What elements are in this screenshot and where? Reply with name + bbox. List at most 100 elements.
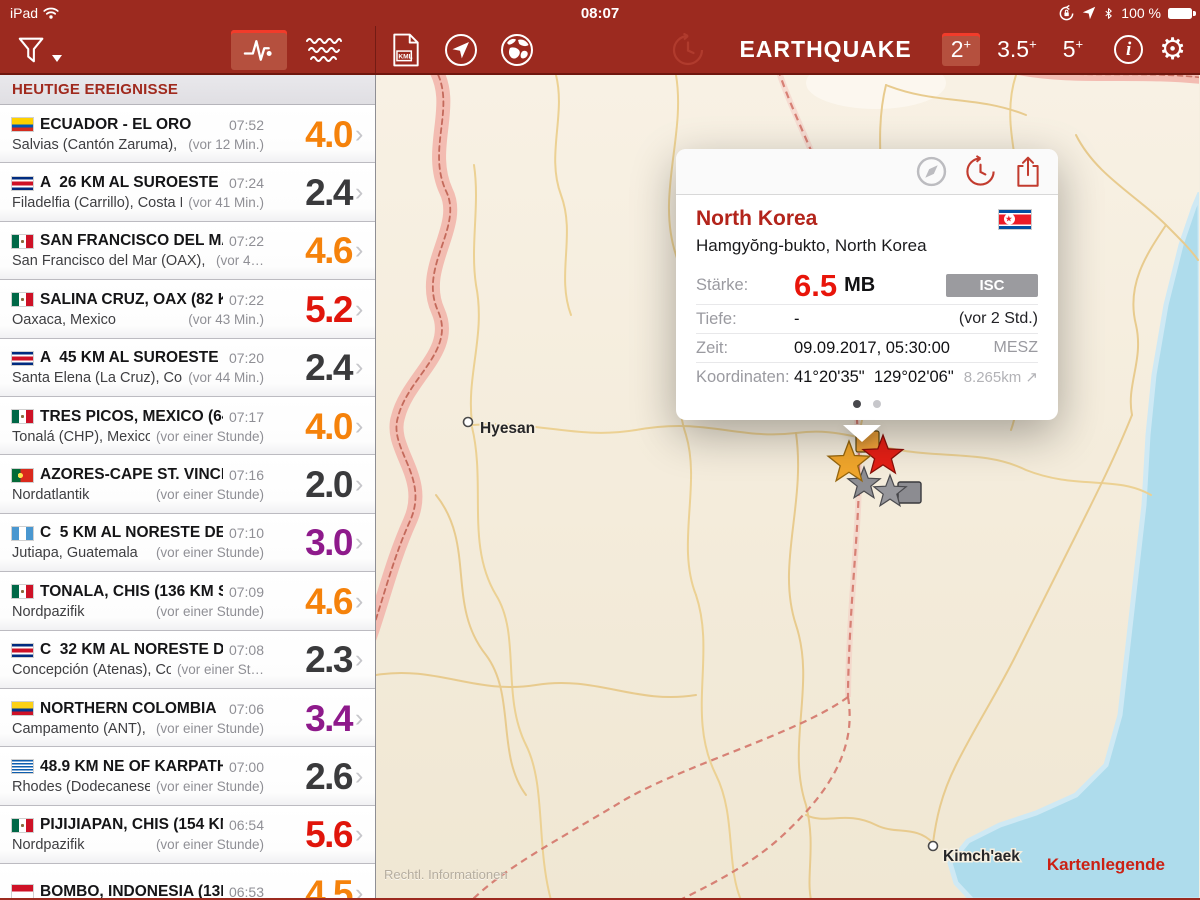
event-time: 07:06 [229,701,264,717]
country-flag-icon [12,644,33,657]
page-dot-active [853,400,861,408]
popup-share-button[interactable] [1014,155,1042,188]
event-relative-time: (vor einer Stunde) [156,779,264,794]
chevron-right-icon [352,122,367,147]
country-flag-icon [12,702,33,715]
source-badge[interactable]: ISC [946,274,1038,297]
event-time: 07:22 [229,233,264,249]
popup-compass-button[interactable] [916,156,947,187]
event-title: SALINA CRUZ, OAX (82 KM SE) [40,291,223,309]
event-title: TONALA, CHIS (136 KM SW) [40,583,223,601]
earthquake-list-item[interactable]: A 26 KM AL SUROESTE DE… 07:24 Filadelfia… [0,163,375,221]
country-flag-icon [12,293,33,306]
earthquake-list-item[interactable]: NORTHERN COLOMBIA 07:06 Campamento (ANT)… [0,689,375,747]
list-section-header: HEUTIGE EREIGNISSE [0,75,375,105]
earthquake-list-item[interactable]: 48.9 KM NE OF KARPATHOS 07:00 Rhodes (Do… [0,747,375,805]
country-flag-icon [12,118,33,131]
world-map-button[interactable] [500,33,534,67]
earthquake-list-item[interactable]: SALINA CRUZ, OAX (82 KM SE) 07:22 Oaxaca… [0,280,375,338]
rotation-lock-icon [1058,5,1075,22]
magnitude-filter-5plus[interactable]: 5+ [1054,33,1092,66]
event-location: Salvias (Cantón Zaruma), Ecuador [12,137,182,153]
earthquake-list-item[interactable]: PIJIJIAPAN, CHIS (154 KM SW) 06:54 Nordp… [0,806,375,864]
settings-button[interactable]: ⚙ [1159,35,1186,65]
kml-export-button[interactable]: KML [392,33,420,67]
popup-history-button[interactable] [964,155,997,188]
country-flag-icon [12,469,33,482]
filter-button[interactable] [16,34,62,66]
north-korea-flag-icon [999,210,1031,229]
event-time: 07:20 [229,350,264,366]
gear-icon: ⚙ [1159,35,1186,65]
history-button-disabled[interactable] [671,33,705,67]
event-time: 06:53 [229,884,264,898]
info-button[interactable]: i [1114,35,1143,64]
popup-depth-row: Tiefe: - (vor 2 Std.) [696,304,1038,333]
earthquake-list-item[interactable]: AZORES-CAPE ST. VINCENT… 07:16 Nordatlan… [0,455,375,513]
chevron-right-icon [352,647,367,672]
event-magnitude: 5.6 [264,816,352,853]
city-dot-kimchaek [929,842,938,851]
popup-tail [843,425,881,442]
popup-body: North Korea Hamgyŏng-bukto, North Korea … [676,195,1058,420]
country-flag-icon [12,585,33,598]
event-magnitude: 3.4 [264,700,352,737]
earthquake-list-item[interactable]: C 5 KM AL NORESTE DE JU… 07:10 Jutiapa, … [0,514,375,572]
city-label-hyesan: Hyesan [480,420,535,437]
event-magnitude: 2.4 [264,349,352,386]
event-time: 07:22 [229,292,264,308]
chevron-right-icon [352,180,367,205]
event-title: ECUADOR - EL ORO [40,116,223,134]
popup-page-dots[interactable] [696,391,1038,412]
chevron-right-icon [352,414,367,439]
earthquake-list-item[interactable]: TONALA, CHIS (136 KM SW) 07:09 Nordpazif… [0,572,375,630]
event-location: Nordatlantik [12,487,150,503]
time-value: 09.09.2017, 05:30:00 [794,339,950,358]
time-label: Zeit: [696,339,794,358]
app-title: EARTHQUAKE [739,36,911,63]
earthquake-list-item[interactable]: TRES PICOS, MEXICO (64KM… 07:17 Tonalá (… [0,397,375,455]
event-magnitude: 3.0 [264,524,352,561]
event-magnitude: 2.0 [264,466,352,503]
map-legend-link[interactable]: Kartenlegende [1047,855,1165,875]
earthquake-list-item[interactable]: BOMBO, INDONESIA (13KM E) 06:53 4.5 [0,864,375,898]
chevron-right-icon [352,822,367,847]
earthquake-list-item[interactable]: ECUADOR - EL ORO 07:52 Salvias (Cantón Z… [0,105,375,163]
map-pane[interactable]: Hyesan Kimch'aek Rechtl. Informationen K… [376,75,1200,898]
chevron-right-icon [352,764,367,789]
magnitude-value: 6.5 [794,270,837,301]
country-flag-icon [12,527,33,540]
event-relative-time: (vor einer Stunde) [156,545,264,560]
event-relative-time: (vor einer Stunde) [156,429,264,444]
magnitude-filter-3.5plus[interactable]: 3.5+ [988,33,1046,66]
event-location: San Francisco del Mar (OAX), Mexico [12,253,210,269]
list-view-toggle-button[interactable] [231,30,287,70]
earthquake-list-item[interactable]: C 32 KM AL NORESTE DE T… 07:08 Concepció… [0,631,375,689]
bluetooth-icon [1103,6,1114,21]
svg-text:KML: KML [398,53,412,60]
locate-me-button[interactable] [444,33,478,67]
country-flag-icon [12,819,33,832]
earthquake-list-item[interactable]: A 45 KM AL SUROESTE DE… 07:20 Santa Elen… [0,339,375,397]
country-flag-icon [12,177,33,190]
city-label-kimchaek: Kimch'aek [943,848,1020,865]
magnitude-filter-2plus[interactable]: 2+ [942,33,980,66]
tsunami-view-toggle-button[interactable] [297,31,351,69]
map-attribution[interactable]: Rechtl. Informationen [384,867,508,882]
event-magnitude: 2.3 [264,641,352,678]
city-dot-hyesan [464,418,473,427]
event-title: A 26 KM AL SUROESTE DE… [40,174,223,192]
event-relative-time: (vor 41 Min.) [188,195,264,210]
chevron-right-icon [352,589,367,614]
page-dot-inactive [873,400,881,408]
earthquake-list-item[interactable]: SAN FRANCISCO DEL MAR,… 07:22 San Franci… [0,222,375,280]
popup-toolbar [676,149,1058,195]
marker-gray-square[interactable] [898,482,921,503]
event-relative-time: (vor 44 Min.) [188,370,264,385]
event-relative-time: (vor einer Stunde) [156,604,264,619]
chevron-right-icon [352,706,367,731]
event-title: C 32 KM AL NORESTE DE T… [40,641,223,659]
event-relative-time: (vor 43 Min.) [188,312,264,327]
event-relative-time: (vor einer Stunde) [156,837,264,852]
event-magnitude: 4.6 [264,232,352,269]
